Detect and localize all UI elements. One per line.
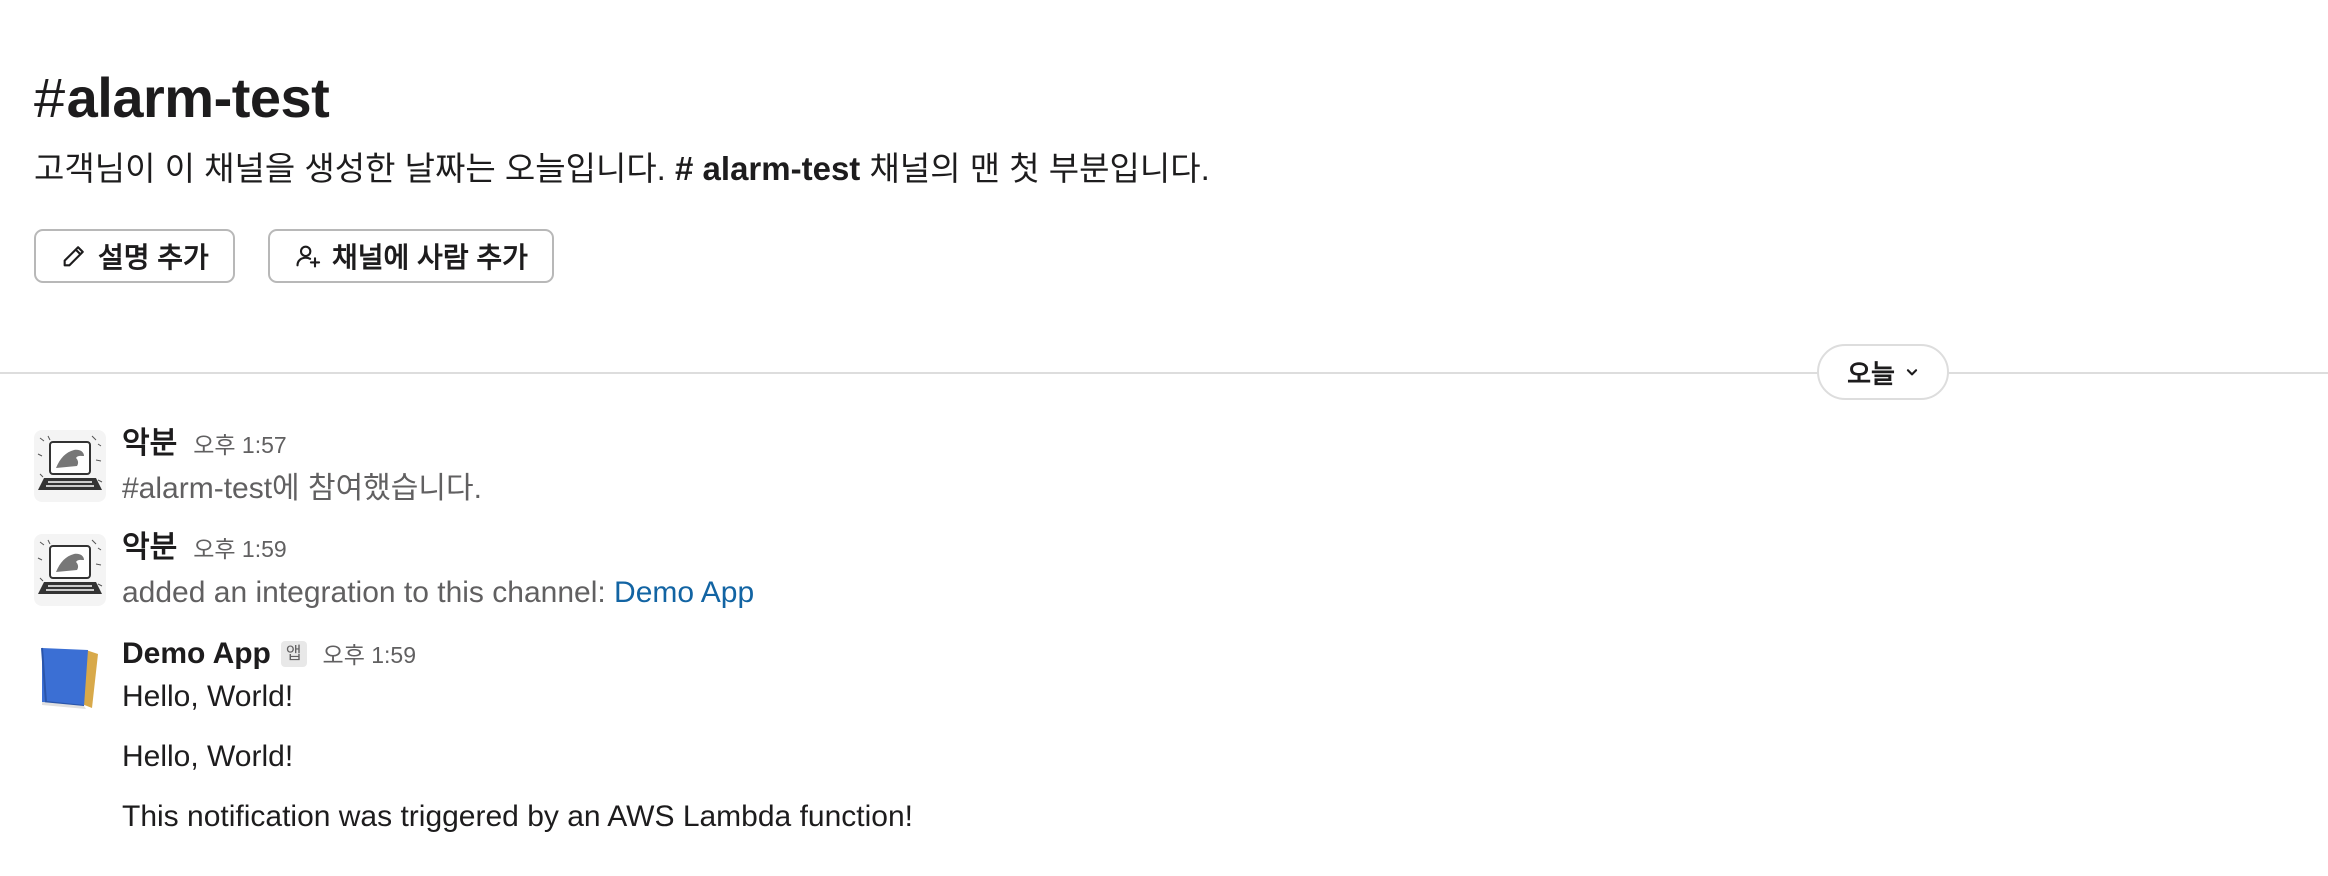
avatar[interactable]	[34, 534, 106, 606]
message-text: This notification was triggered by an AW…	[122, 800, 913, 833]
integration-app-link[interactable]: Demo App	[614, 576, 754, 609]
intro-channel-ref[interactable]: # alarm-test	[675, 150, 860, 187]
pencil-icon	[63, 246, 84, 267]
date-label: 오늘	[1847, 358, 1895, 389]
channel-hash-icon: #	[34, 66, 65, 129]
integration-text: added an integration to this channel:	[122, 576, 606, 609]
channel-intro: 고객님이 이 채널을 생성한 날짜는 오늘입니다. # alarm-test 채…	[34, 146, 1210, 192]
channel-title: #alarm-test	[34, 58, 330, 138]
message-header: 악분 오후 1:59	[122, 528, 287, 568]
intro-text: 고객님이 이 채널을 생성한 날짜는 오늘입니다.	[34, 150, 666, 187]
book-app-icon	[34, 640, 106, 712]
date-divider-line	[0, 372, 2328, 374]
message-text: Hello, World!	[122, 740, 294, 773]
channel-name: alarm-test	[66, 66, 330, 129]
date-jump-button[interactable]: 오늘	[1817, 344, 1949, 400]
message-text: added an integration to this channel: De…	[122, 571, 754, 615]
message-timestamp[interactable]: 오후 1:57	[193, 425, 286, 465]
message-text: #alarm-test에 참여했습니다.	[122, 472, 482, 505]
add-person-icon	[296, 245, 321, 268]
chevron-down-icon	[1906, 369, 1918, 376]
app-avatar[interactable]	[34, 640, 106, 712]
message-text: Hello, World!	[122, 680, 294, 713]
avatar[interactable]	[34, 430, 106, 502]
message-header: Demo App 앱 오후 1:59	[122, 634, 416, 674]
message-author[interactable]: 악분	[122, 528, 177, 568]
intro-text-end: 채널의 맨 첫 부분입니다.	[869, 150, 1210, 187]
message-timestamp[interactable]: 오후 1:59	[193, 529, 286, 569]
message-author[interactable]: 악분	[122, 424, 177, 464]
message-author[interactable]: Demo App	[122, 634, 271, 674]
user-avatar-icon	[34, 534, 106, 606]
app-badge: 앱	[280, 641, 307, 667]
message-timestamp[interactable]: 오후 1:59	[323, 635, 416, 675]
add-description-button[interactable]: 설명 추가	[34, 229, 235, 283]
add-people-label: 채널에 사람 추가	[332, 242, 528, 273]
message-header: 악분 오후 1:57	[122, 424, 287, 464]
add-people-button[interactable]: 채널에 사람 추가	[268, 229, 554, 283]
add-description-label: 설명 추가	[98, 242, 209, 273]
user-avatar-icon	[34, 430, 106, 502]
